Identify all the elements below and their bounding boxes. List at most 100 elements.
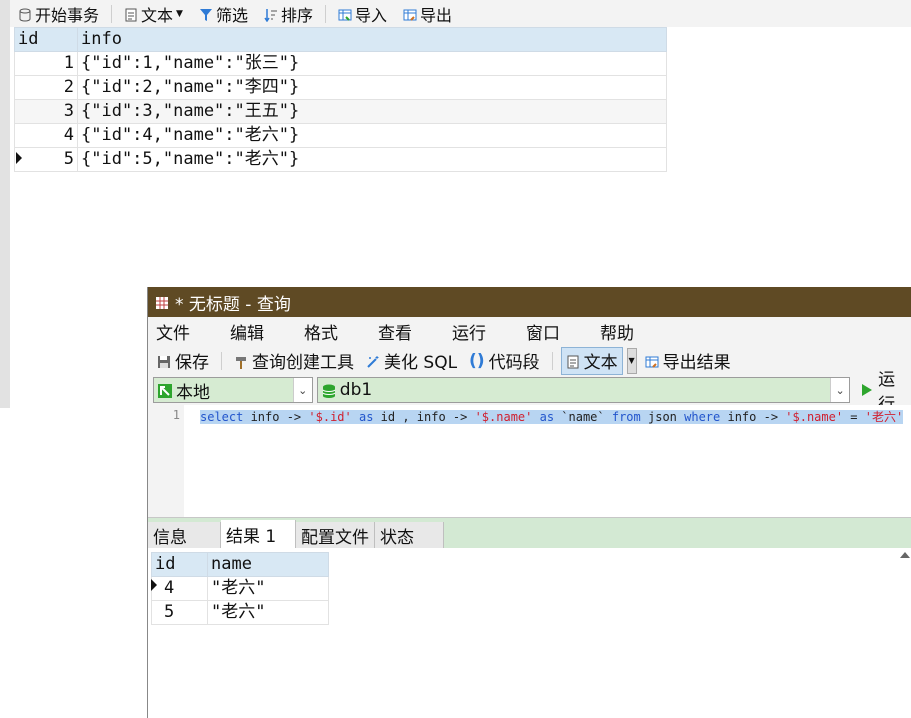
column-header-id[interactable]: id: [151, 552, 208, 577]
column-header-info[interactable]: info: [77, 27, 667, 52]
table-row[interactable]: 1 {"id":1,"name":"张三"}: [14, 51, 667, 76]
cell-id[interactable]: 5: [14, 147, 78, 172]
cell-info[interactable]: {"id":1,"name":"张三"}: [77, 51, 667, 76]
filter-label: 筛选: [215, 5, 248, 25]
code-snippet-button[interactable]: () 代码段: [465, 348, 544, 374]
menu-help[interactable]: 帮助: [592, 319, 666, 344]
cell-id[interactable]: 4: [14, 123, 78, 148]
import-icon: [338, 7, 352, 21]
code-snippet-label: 代码段: [488, 353, 540, 373]
sql-keyword: select: [200, 410, 244, 424]
text-result-button[interactable]: 文本: [560, 346, 623, 375]
menu-edit[interactable]: 编辑: [222, 319, 296, 344]
cell-id[interactable]: 5: [151, 600, 208, 625]
sql-keyword: where: [684, 410, 721, 424]
text-result-dropdown[interactable]: ▼: [626, 347, 637, 374]
connection-bar: 本地 ⌄ db1 ⌄ 运行: [148, 370, 911, 415]
text-view-label: 文本: [141, 5, 174, 25]
sort-icon: [264, 7, 278, 22]
table-row[interactable]: 4 {"id":4,"name":"老六"}: [14, 123, 667, 148]
sql-text: info ->: [720, 410, 786, 424]
export-icon: [403, 7, 417, 21]
beautify-sql-button[interactable]: 美化 SQL: [362, 348, 461, 374]
sql-string: '$.name': [785, 410, 844, 424]
export-label: 导出: [420, 5, 453, 25]
query-table-icon: [155, 295, 169, 309]
text-result-label: 文本: [583, 353, 618, 373]
sort-button[interactable]: 排序: [256, 0, 321, 27]
table-row[interactable]: 2 {"id":2,"name":"李四"}: [14, 75, 667, 100]
export-result-label: 导出结果: [662, 353, 731, 373]
save-button[interactable]: 保存: [153, 348, 213, 374]
sql-text: =: [843, 410, 865, 424]
cell-name[interactable]: "老六": [207, 600, 329, 625]
hammer-icon: [234, 354, 248, 369]
scroll-up-icon[interactable]: [900, 552, 910, 558]
cell-id[interactable]: 1: [14, 51, 78, 76]
tab-profile[interactable]: 配置文件: [296, 522, 375, 548]
column-header-id[interactable]: id: [14, 27, 78, 52]
query-toolbar: 保存 查询创建工具 美化 SQL () 代码段 文本 ▼ 导出结果: [148, 346, 911, 375]
database-transaction-icon: [18, 7, 32, 22]
document-icon: [566, 354, 580, 368]
selected-sql-text: select info -> '$.id' as id , info -> '$…: [200, 410, 904, 424]
toolbar-divider: [221, 351, 222, 370]
sql-code-line[interactable]: select info -> '$.id' as id , info -> '$…: [184, 405, 911, 517]
play-icon: [862, 384, 873, 396]
query-window-titlebar[interactable]: * 无标题 - 查询: [148, 287, 911, 317]
toolbar-divider: [324, 4, 326, 23]
filter-button[interactable]: 筛选: [191, 0, 256, 27]
query-builder-label: 查询创建工具: [252, 353, 354, 373]
connection-select[interactable]: 本地 ⌄: [153, 377, 313, 403]
cell-info[interactable]: {"id":3,"name":"王五"}: [77, 99, 667, 124]
cell-id[interactable]: 4: [151, 576, 208, 601]
chevron-down-icon: ⌄: [292, 378, 312, 402]
tab-info[interactable]: 信息: [148, 522, 221, 548]
save-icon: [157, 354, 171, 368]
text-view-button[interactable]: 文本 ▼: [116, 0, 191, 27]
cell-info[interactable]: {"id":2,"name":"李四"}: [77, 75, 667, 100]
filter-icon: [199, 7, 213, 21]
result-area: id name 4 "老六" 5 "老六": [148, 548, 911, 718]
sql-text: info ->: [243, 410, 309, 424]
connection-icon: [158, 383, 172, 398]
export-result-button[interactable]: 导出结果: [641, 348, 735, 374]
result-tabs: 信息 结果 1 配置文件 状态: [148, 517, 911, 548]
cell-id[interactable]: 2: [14, 75, 78, 100]
export-button[interactable]: 导出: [395, 0, 460, 27]
toolbar-divider: [551, 351, 553, 370]
toolbar-divider: [111, 4, 113, 23]
table-row[interactable]: 3 {"id":3,"name":"王五"}: [14, 99, 667, 124]
query-builder-button[interactable]: 查询创建工具: [230, 348, 358, 374]
data-grid: id info 1 {"id":1,"name":"张三"} 2 {"id":2…: [14, 27, 667, 172]
grid-header-row: id name: [151, 552, 329, 577]
sql-text: `name`: [561, 410, 612, 424]
tab-status[interactable]: 状态: [375, 522, 444, 548]
menu-file[interactable]: 文件: [148, 319, 222, 344]
menu-window[interactable]: 窗口: [518, 319, 592, 344]
import-button[interactable]: 导入: [330, 0, 395, 27]
menu-run[interactable]: 运行: [444, 319, 518, 344]
current-row-indicator-icon: [151, 579, 157, 591]
begin-transaction-button[interactable]: 开始事务: [10, 0, 107, 27]
column-header-name[interactable]: name: [207, 552, 329, 577]
sql-editor[interactable]: 1 select info -> '$.id' as id , info -> …: [148, 405, 911, 517]
table-toolbar: 开始事务 文本 ▼ 筛选 排序 导入 导出: [10, 0, 911, 27]
menu-format[interactable]: 格式: [296, 319, 370, 344]
cell-id[interactable]: 3: [14, 99, 78, 124]
database-select[interactable]: db1 ⌄: [316, 377, 851, 403]
tab-result-1[interactable]: 结果 1: [221, 520, 296, 548]
cell-info[interactable]: {"id":5,"name":"老六"}: [77, 147, 667, 172]
table-row[interactable]: 4 "老六": [151, 576, 329, 601]
database-icon: [322, 383, 336, 398]
parentheses-icon: (): [469, 350, 485, 371]
chevron-down-icon: ▼: [628, 356, 635, 365]
left-panel-strip: [0, 0, 10, 408]
table-row[interactable]: 5 {"id":5,"name":"老六"}: [14, 147, 667, 172]
database-value: db1: [339, 380, 373, 400]
cell-name[interactable]: "老六": [207, 576, 329, 601]
table-row[interactable]: 5 "老六": [151, 600, 329, 625]
sql-string: '$.name': [474, 410, 533, 424]
menu-view[interactable]: 查看: [370, 319, 444, 344]
cell-info[interactable]: {"id":4,"name":"老六"}: [77, 123, 667, 148]
